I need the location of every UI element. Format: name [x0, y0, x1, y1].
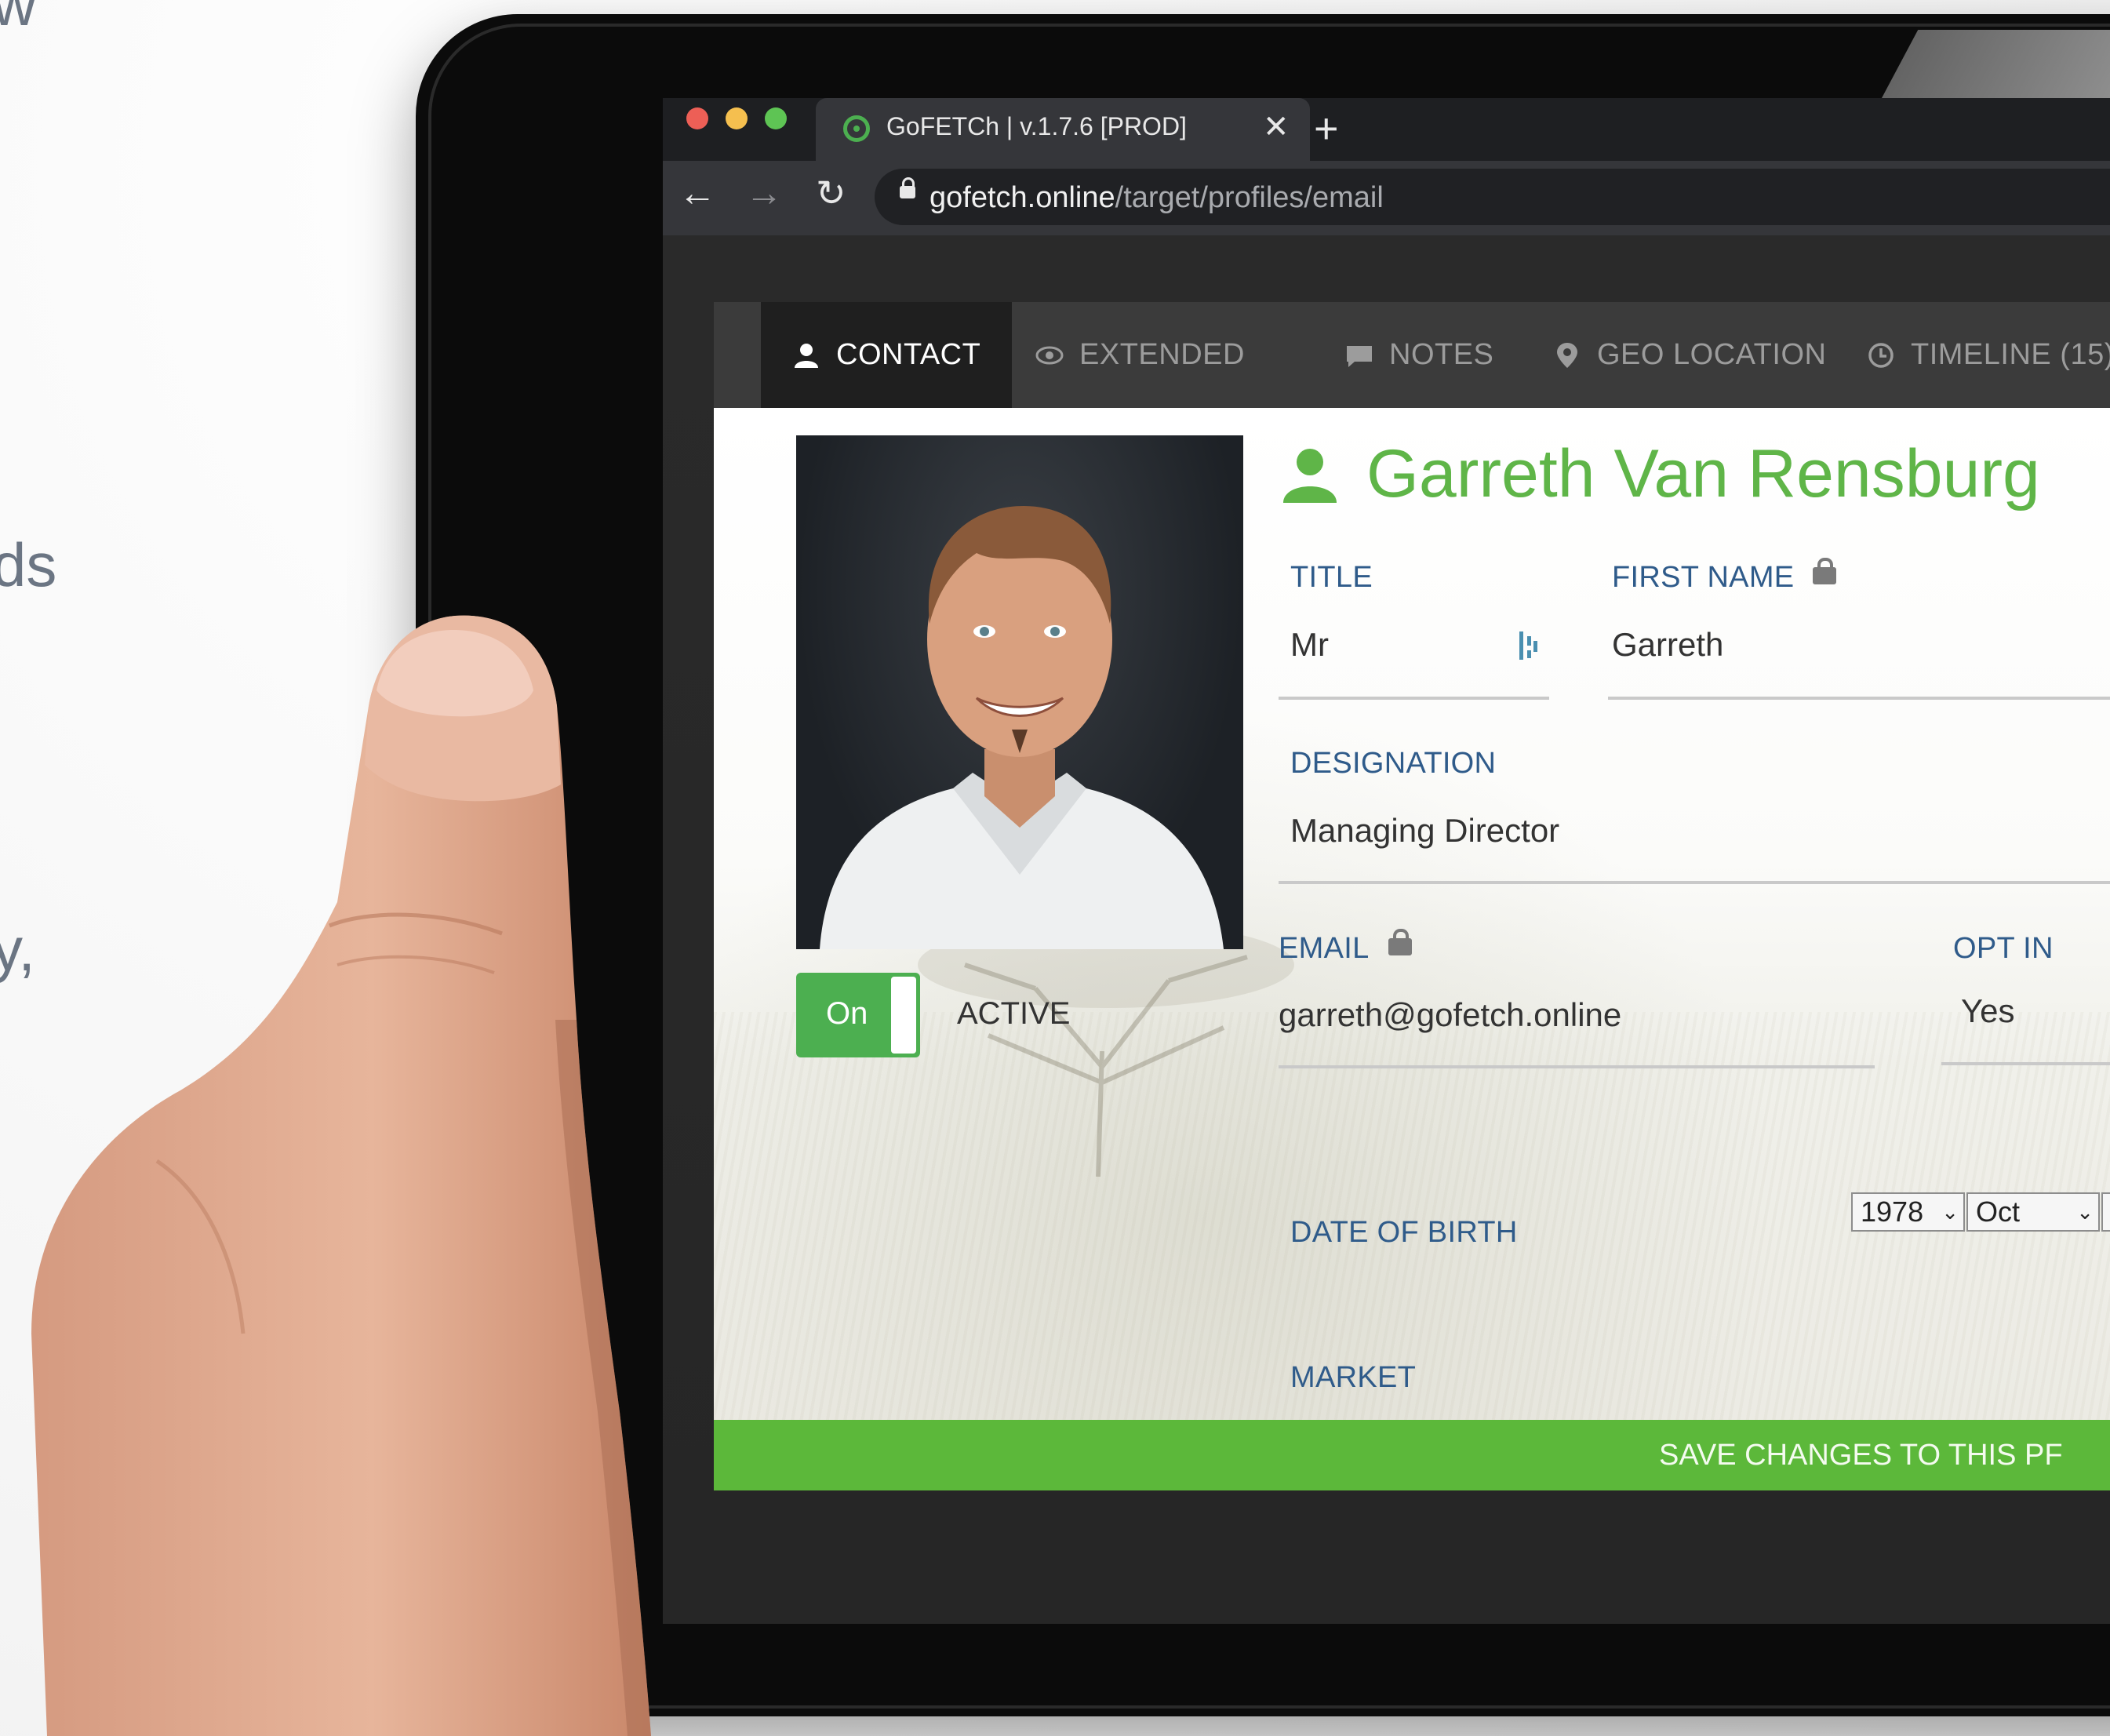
tab-label: CONTACT [836, 338, 981, 371]
browser-tab-strip: GoFETCh | v.1.7.6 [PROD] ✕ + [663, 98, 2110, 161]
url-path: /target/profiles/email [1115, 181, 1384, 214]
tab-extended[interactable]: EXTENDED [1035, 302, 1245, 408]
lock-icon [1388, 928, 1412, 955]
save-changes-button[interactable]: SAVE CHANGES TO THIS PF [714, 1420, 2110, 1490]
url-text: gofetch.online/target/profiles/email [929, 181, 1384, 215]
email-field[interactable]: garreth@gofetch.online [1279, 996, 1621, 1034]
title-underline [1279, 697, 1549, 700]
market-label: MARKET [1290, 1361, 1417, 1394]
dob-month-select[interactable]: Oct ⌄ [1966, 1192, 2100, 1232]
active-label: ACTIVE [957, 996, 1071, 1031]
marketing-stage: w ds y, GoFETCh | v.1.7.6 [PROD] ✕ + ← →… [0, 0, 2110, 1736]
lock-icon [900, 177, 915, 198]
tab-notes[interactable]: NOTES [1345, 302, 1493, 408]
map-pin-icon [1557, 342, 1577, 368]
profile-tab-bar: CONTACT EXTENDED NOTES GEO LOCATION TIME… [714, 302, 2110, 408]
save-button-label: SAVE CHANGES TO THIS PF [1659, 1439, 2063, 1472]
comment-icon [1347, 345, 1372, 367]
address-bar[interactable]: gofetch.online/target/profiles/email [875, 169, 2110, 225]
eye-icon [1035, 346, 1064, 364]
lock-icon [1813, 557, 1837, 584]
text-fragment: ds [0, 530, 57, 599]
user-icon [795, 343, 818, 368]
gofetch-favicon-icon [843, 115, 870, 142]
designation-underline [1279, 881, 2110, 884]
email-label: EMAIL [1279, 928, 1412, 966]
dob-year-value: 1978 [1861, 1196, 1924, 1228]
profile-photo[interactable] [796, 435, 1243, 949]
person-portrait-image [820, 506, 1224, 949]
date-of-birth-label: DATE OF BIRTH [1290, 1216, 1518, 1249]
active-toggle[interactable]: On [796, 973, 920, 1057]
title-field[interactable]: Mr [1290, 626, 1329, 664]
text-fragment: w [0, 0, 37, 38]
title-label: TITLE [1290, 561, 1373, 594]
toggle-state: On [826, 996, 868, 1031]
text-fragment: y, [0, 915, 35, 984]
tab-label: NOTES [1389, 338, 1494, 371]
minimize-window-button[interactable] [726, 107, 748, 129]
tab-title: GoFETCh | v.1.7.6 [PROD] [886, 112, 1187, 140]
close-window-button[interactable] [686, 107, 708, 129]
tab-label: EXTENDED [1079, 338, 1245, 371]
back-arrow-icon[interactable]: ← [678, 172, 716, 215]
first-name-underline [1608, 697, 2110, 700]
user-icon [1283, 448, 1337, 503]
tab-label: GEO LOCATION [1597, 338, 1827, 371]
first-name-label-text: FIRST NAME [1612, 561, 1795, 594]
profile-name: Garreth Van Rensburg [1366, 436, 2040, 511]
forward-arrow-icon[interactable]: → [745, 172, 783, 215]
chevron-down-icon: ⌄ [1941, 1200, 1959, 1224]
reload-icon[interactable]: ↻ [816, 172, 846, 214]
profile-header: Garreth Van Rensburg [1279, 435, 2040, 513]
tab-timeline[interactable]: TIMELINE (15) [1867, 302, 2110, 408]
dob-month-value: Oct [1976, 1196, 2021, 1228]
new-tab-button[interactable]: + [1314, 104, 1339, 153]
tab-close-icon[interactable]: ✕ [1263, 109, 1290, 145]
opt-in-label: OPT IN [1953, 932, 2054, 965]
maximize-window-button[interactable] [765, 107, 787, 129]
contact-panel: On ACTIVE Garreth Van Rensburg TITLE Mr [714, 408, 2110, 1420]
tab-contact[interactable]: CONTACT [761, 302, 1013, 408]
url-host: gofetch.online [929, 181, 1115, 214]
tab-geo-location[interactable]: GEO LOCATION [1553, 302, 1826, 408]
toggle-knob [891, 977, 916, 1054]
designation-field[interactable]: Managing Director [1290, 812, 1559, 850]
browser-tab[interactable]: GoFETCh | v.1.7.6 [PROD] ✕ [816, 98, 1310, 161]
tablet-glare [1878, 30, 2110, 104]
designation-label: DESIGNATION [1290, 747, 1497, 780]
clock-icon [1868, 342, 1894, 368]
dob-year-select[interactable]: 1978 ⌄ [1851, 1192, 1965, 1232]
opt-in-underline [1941, 1062, 2110, 1065]
browser-window: GoFETCh | v.1.7.6 [PROD] ✕ + ← → ↻ gofet… [663, 98, 2110, 1624]
form-helper-icon[interactable] [1518, 630, 1541, 661]
first-name-field[interactable]: Garreth [1612, 626, 1723, 664]
first-name-label: FIRST NAME [1612, 557, 1837, 595]
chevron-down-icon: ⌄ [2076, 1200, 2094, 1224]
email-underline [1279, 1065, 1875, 1068]
tab-label: TIMELINE (15) [1911, 338, 2110, 371]
browser-toolbar: ← → ↻ gofetch.online/target/profiles/ema… [663, 161, 2110, 235]
dob-day-select[interactable]: 2 [2101, 1192, 2110, 1232]
email-label-text: EMAIL [1279, 932, 1370, 965]
opt-in-select[interactable]: Yes [1961, 992, 2015, 1030]
